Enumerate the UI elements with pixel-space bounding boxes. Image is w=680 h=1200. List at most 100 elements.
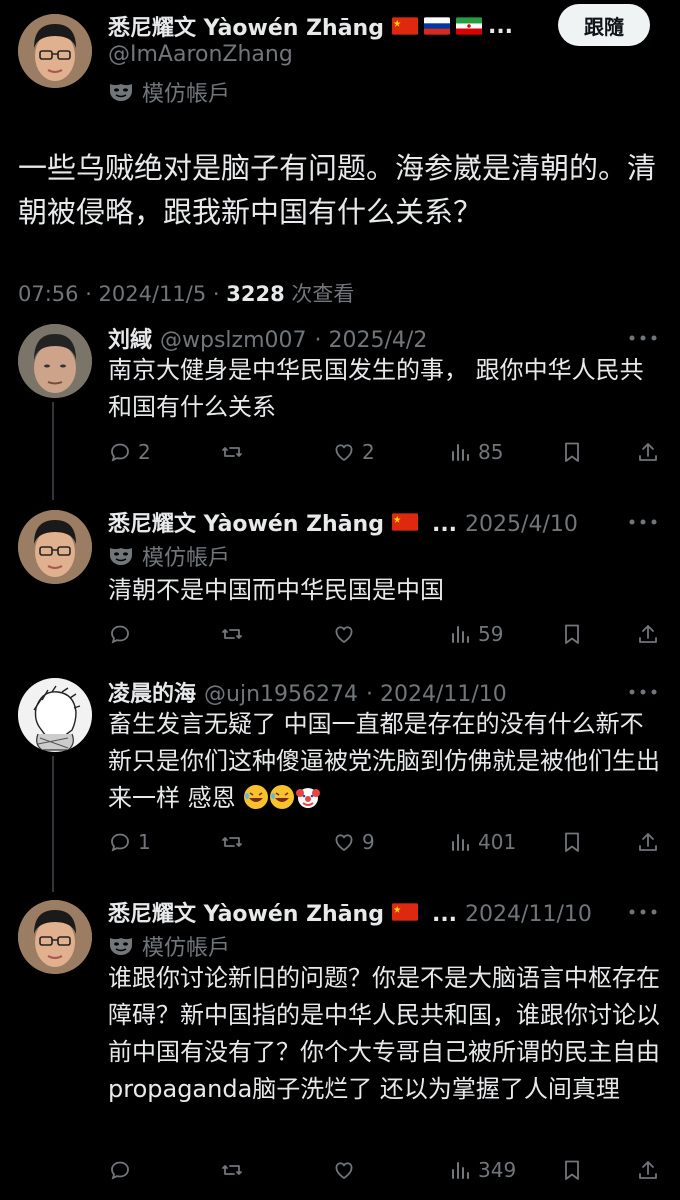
reply-avatar[interactable] — [18, 678, 92, 752]
retweet-icon — [220, 830, 244, 854]
more-icon[interactable] — [628, 908, 658, 916]
bookmark-button[interactable] — [560, 830, 584, 854]
reply-avatar[interactable] — [18, 510, 92, 584]
reply-count: 1 — [138, 830, 151, 854]
reply-icon — [108, 1158, 132, 1182]
share-icon — [636, 830, 660, 854]
reply-text-body: 畜生发言无疑了 中国一直都是存在的没有什么新不新只是你们这种傻逼被党洗脑到仿佛就… — [108, 710, 660, 812]
reply-icon — [108, 830, 132, 854]
parody-label: 模仿帳戶 — [108, 76, 230, 108]
views-button[interactable]: 349 — [448, 1158, 516, 1182]
reply-icon — [108, 440, 132, 464]
reply-handle[interactable]: @wpslzm007 — [160, 328, 307, 353]
rolling-laughing-emoji-icon — [244, 785, 269, 809]
reply-button[interactable]: 2 — [108, 440, 151, 464]
reply-author-name[interactable]: 悉尼耀文 Yàowén Zhāng — [108, 896, 384, 928]
like-icon — [332, 622, 356, 646]
like-button[interactable]: 9 — [332, 830, 375, 854]
views-button[interactable]: 59 — [448, 622, 503, 646]
reply-icon — [108, 622, 132, 646]
clown-emoji-icon — [296, 788, 321, 808]
retweet-button[interactable] — [220, 440, 244, 464]
more-icon[interactable] — [628, 518, 658, 526]
reply-date[interactable]: 2025/4/10 — [465, 512, 578, 537]
rolling-laughing-emoji-icon — [270, 785, 295, 809]
views-count: 349 — [478, 1158, 517, 1182]
parody-label-text: 模仿帳戶 — [142, 936, 231, 961]
retweet-button[interactable] — [220, 830, 244, 854]
iran-flag-icon — [455, 17, 482, 35]
share-button[interactable] — [636, 830, 660, 854]
reply-author-name[interactable]: 刘緎 — [108, 322, 152, 354]
share-button[interactable] — [636, 440, 660, 464]
reply-button[interactable]: 1 — [108, 830, 151, 854]
reply-date[interactable]: 2024/11/10 — [465, 902, 592, 927]
author-flags-more: ... — [431, 512, 458, 537]
parody-mask-icon — [108, 545, 134, 567]
bookmark-icon — [560, 1158, 584, 1182]
views-icon — [448, 440, 472, 464]
more-icon[interactable] — [628, 688, 658, 696]
author-flags-more: ... — [431, 902, 458, 927]
views-icon — [448, 1158, 472, 1182]
reply-avatar[interactable] — [18, 900, 92, 974]
main-post-text: 一些乌贼绝对是脑子有问题。海参崴是清朝的。清朝被侵略，跟我新中国有什么关系？ — [18, 151, 657, 229]
reply-actions: 59 — [108, 622, 664, 652]
post-timestamp[interactable]: 07:56 · 2024/11/5 · — [18, 282, 226, 306]
like-button[interactable] — [332, 622, 356, 646]
share-button[interactable] — [636, 1158, 660, 1182]
views-count: 59 — [478, 622, 504, 646]
retweet-button[interactable] — [220, 1158, 244, 1182]
like-button[interactable] — [332, 1158, 356, 1182]
share-icon — [636, 440, 660, 464]
author-name-row[interactable]: 悉尼耀文 Yàowén Zhāng ... — [108, 10, 513, 42]
reply-actions: 1 9 401 — [108, 830, 664, 860]
like-count: 2 — [362, 440, 375, 464]
parody-label-text: 模仿帳戶 — [142, 546, 231, 571]
bookmark-button[interactable] — [560, 1158, 584, 1182]
reply-author-name[interactable]: 凌晨的海 — [108, 676, 196, 708]
parody-mask-icon — [108, 81, 134, 103]
views-button[interactable]: 85 — [448, 440, 503, 464]
reply-button[interactable] — [108, 622, 132, 646]
thread-line — [52, 756, 54, 892]
share-button[interactable] — [636, 622, 660, 646]
thread-line — [52, 402, 54, 500]
author-avatar[interactable] — [18, 14, 92, 88]
bookmark-button[interactable] — [560, 440, 584, 464]
reply-author-name[interactable]: 悉尼耀文 Yàowén Zhāng — [108, 506, 384, 538]
like-button[interactable]: 2 — [332, 440, 375, 464]
like-count: 9 — [362, 830, 375, 854]
reply-date[interactable]: · 2025/4/2 — [315, 328, 428, 353]
parody-label-text: 模仿帳戶 — [142, 82, 231, 107]
parody-label: 模仿帳戶 — [108, 930, 230, 962]
china-flag-icon — [391, 17, 418, 35]
reply-handle[interactable]: @ujn1956274 — [204, 682, 358, 707]
views-icon — [448, 830, 472, 854]
parody-label: 模仿帳戶 — [108, 540, 230, 572]
retweet-icon — [220, 440, 244, 464]
more-icon[interactable] — [628, 334, 658, 342]
like-icon — [332, 830, 356, 854]
reply-button[interactable] — [108, 1158, 132, 1182]
retweet-button[interactable] — [220, 622, 244, 646]
views-count: 401 — [478, 830, 517, 854]
author-flags-more: ... — [487, 13, 514, 39]
reply-date[interactable]: · 2024/11/10 — [366, 682, 507, 707]
views-button[interactable]: 401 — [448, 830, 516, 854]
reply-actions: 349 — [108, 1158, 664, 1188]
bookmark-button[interactable] — [560, 622, 584, 646]
author-name[interactable]: 悉尼耀文 Yàowén Zhāng — [108, 10, 384, 42]
retweet-icon — [220, 1158, 244, 1182]
view-count-label: 次查看 — [284, 282, 355, 306]
author-handle[interactable]: @ImAaronZhang — [108, 42, 293, 67]
follow-button[interactable]: 跟隨 — [558, 4, 650, 46]
reply-text: 南京大健身是中华民国发生的事， 跟你中华人民共和国有什么关系 — [108, 356, 644, 421]
china-flag-icon — [391, 903, 418, 921]
reply-text: 清朝不是中国而中华民国是中国 — [108, 576, 444, 604]
parody-mask-icon — [108, 935, 134, 957]
share-icon — [636, 622, 660, 646]
reply-avatar[interactable] — [18, 324, 92, 398]
share-icon — [636, 1158, 660, 1182]
reply-text: 谁跟你讨论新旧的问题？你是不是大脑语言中枢存在障碍？新中国指的是中华人民共和国，… — [108, 964, 660, 1103]
